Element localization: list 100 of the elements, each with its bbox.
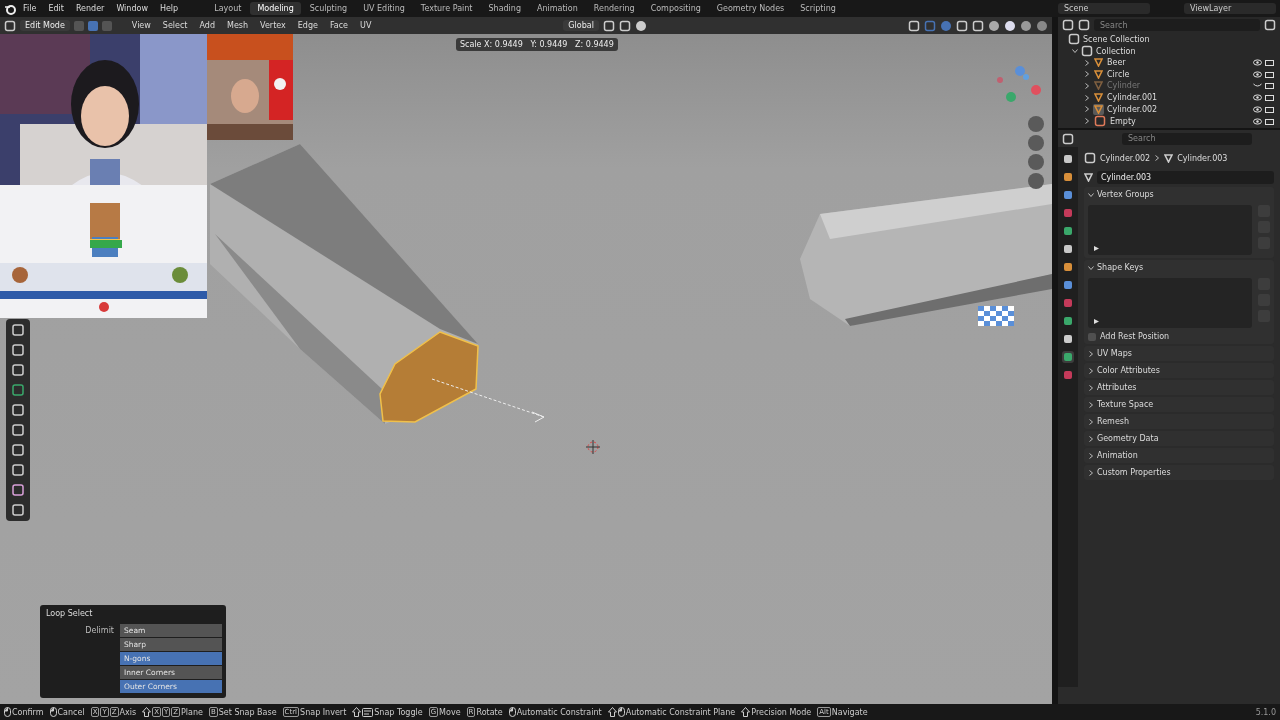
tree-item[interactable]: Cylinder.002 bbox=[1107, 104, 1158, 114]
tree-item[interactable]: Scene Collection bbox=[1083, 34, 1150, 44]
workspace-tab[interactable]: Scripting bbox=[793, 2, 843, 15]
panel-header[interactable]: Shape Keys bbox=[1088, 263, 1270, 272]
workspace-tab[interactable]: UV Editing bbox=[356, 2, 412, 15]
status-hint: Rotate bbox=[476, 707, 503, 717]
scale-readout: Scale X: 0.9449 Y: 0.9449 Z: 0.9449 bbox=[456, 38, 618, 51]
mouse-icon bbox=[508, 707, 516, 717]
chevron-down-icon[interactable] bbox=[1088, 264, 1094, 271]
status-hint: Confirm bbox=[12, 707, 44, 717]
status-hint: Set Snap Base bbox=[218, 707, 277, 717]
eye-icon[interactable] bbox=[1253, 105, 1262, 113]
menu-item[interactable]: Help bbox=[154, 3, 184, 14]
properties-tab-icon[interactable] bbox=[1062, 261, 1074, 273]
status-hint: Navigate bbox=[831, 707, 868, 717]
mode-dropdown[interactable]: Edit Mode bbox=[20, 20, 70, 31]
workspace-tab[interactable]: Modeling bbox=[250, 2, 301, 15]
tree-item[interactable]: Collection bbox=[1096, 46, 1136, 56]
workspace-tab[interactable]: Sculpting bbox=[302, 2, 355, 15]
menu-item[interactable]: Render bbox=[70, 3, 110, 14]
properties-tab-icon[interactable] bbox=[1062, 225, 1074, 237]
properties-tab-icon[interactable] bbox=[1062, 243, 1074, 255]
properties-tab-icon[interactable] bbox=[1062, 279, 1074, 291]
menu-item[interactable]: Mesh bbox=[223, 20, 253, 31]
shift-icon bbox=[142, 707, 152, 717]
chevron-right-icon[interactable] bbox=[1088, 452, 1094, 459]
workspace-tab[interactable]: Animation bbox=[530, 2, 585, 15]
mesh-data-icon bbox=[1084, 172, 1093, 182]
status-hint: Automatic Constraint Plane bbox=[625, 707, 736, 717]
menu-item[interactable]: Vertex bbox=[256, 20, 290, 31]
checker-icon bbox=[978, 306, 1014, 326]
chevron-down-icon[interactable] bbox=[1072, 48, 1078, 54]
mouse-icon bbox=[617, 707, 625, 717]
menu-item[interactable]: UV bbox=[356, 20, 376, 31]
tree-item[interactable]: Beer bbox=[1107, 58, 1126, 68]
workspace-tab[interactable]: Compositing bbox=[643, 2, 708, 15]
eye-icon[interactable] bbox=[1253, 117, 1262, 125]
eye-icon[interactable] bbox=[1253, 70, 1262, 78]
mesh-name-field[interactable]: Cylinder.003 bbox=[1097, 170, 1274, 184]
blender-logo-icon[interactable] bbox=[4, 2, 16, 15]
menu-item[interactable]: View bbox=[127, 20, 155, 31]
properties-tab-icon[interactable] bbox=[1062, 351, 1074, 363]
chevron-right-icon[interactable] bbox=[1088, 469, 1094, 476]
keyboard-icon bbox=[362, 707, 374, 717]
menu-item[interactable]: Select bbox=[158, 20, 192, 31]
orientation-dropdown[interactable]: Global bbox=[563, 20, 599, 31]
workspace-tab[interactable]: Geometry Nodes bbox=[709, 2, 792, 15]
status-hint: Plane bbox=[181, 707, 203, 717]
workspace-tab[interactable]: Texture Paint bbox=[413, 2, 480, 15]
properties-tab-icon[interactable] bbox=[1062, 153, 1074, 165]
menu-item[interactable]: File bbox=[18, 3, 42, 14]
panel-header[interactable]: Vertex Groups bbox=[1088, 190, 1270, 199]
properties-tab-icon[interactable] bbox=[1062, 171, 1074, 183]
eye-icon[interactable] bbox=[1253, 94, 1262, 102]
menu-item[interactable]: Window bbox=[111, 3, 153, 14]
breadcrumb-item[interactable]: Cylinder.002 bbox=[1100, 153, 1151, 163]
properties-tab-icon[interactable] bbox=[1062, 333, 1074, 345]
menu-item[interactable]: Edge bbox=[293, 20, 322, 31]
workspace-tab[interactable]: Rendering bbox=[586, 2, 642, 15]
chevron-right-icon[interactable] bbox=[1088, 350, 1094, 357]
status-hint: Move bbox=[439, 707, 461, 717]
menu-item[interactable]: Add bbox=[195, 20, 219, 31]
chevron-right-icon[interactable] bbox=[1088, 384, 1094, 391]
chevron-right-icon[interactable] bbox=[1154, 155, 1161, 161]
status-hint: Snap Invert bbox=[300, 707, 347, 717]
chevron-right-icon[interactable] bbox=[1088, 401, 1094, 408]
workspace-tab[interactable]: Layout bbox=[207, 2, 249, 15]
mouse-icon bbox=[4, 707, 11, 717]
eye-closed-icon[interactable] bbox=[1253, 82, 1262, 90]
chevron-down-icon[interactable] bbox=[1088, 191, 1094, 198]
chevron-right-icon[interactable] bbox=[1088, 367, 1094, 374]
view-layer-selector[interactable]: ViewLayer bbox=[1184, 3, 1276, 14]
properties-tab-icon[interactable] bbox=[1062, 315, 1074, 327]
status-hint: Axis bbox=[119, 707, 137, 717]
eye-icon[interactable] bbox=[1253, 59, 1262, 67]
search-field[interactable]: Search bbox=[1094, 19, 1260, 31]
tree-item[interactable]: Circle bbox=[1107, 69, 1130, 79]
shift-icon bbox=[352, 707, 362, 717]
status-hint: Automatic Constraint bbox=[516, 707, 602, 717]
status-hint: Snap Toggle bbox=[374, 707, 423, 717]
shift-icon bbox=[741, 707, 751, 717]
checkbox-label: Add Rest Position bbox=[1100, 332, 1170, 341]
select-mode-button[interactable] bbox=[87, 20, 98, 31]
properties-tab-icon[interactable] bbox=[1062, 189, 1074, 201]
tree-item[interactable]: Cylinder.001 bbox=[1107, 93, 1158, 103]
workspace-tab[interactable]: Shading bbox=[481, 2, 528, 15]
chevron-right-icon[interactable] bbox=[1088, 435, 1094, 442]
tree-item[interactable]: Empty bbox=[1110, 116, 1136, 126]
search-field[interactable]: Search bbox=[1122, 132, 1252, 145]
panel-title[interactable]: Loop Select bbox=[44, 608, 222, 624]
scene-selector[interactable]: Scene bbox=[1058, 3, 1150, 14]
breadcrumb-item[interactable]: Cylinder.003 bbox=[1177, 153, 1228, 163]
shift-icon bbox=[607, 707, 617, 717]
menu-item[interactable]: Face bbox=[325, 20, 353, 31]
menu-item[interactable]: Edit bbox=[43, 3, 69, 14]
chevron-right-icon[interactable] bbox=[1088, 418, 1094, 425]
checkbox[interactable] bbox=[1088, 332, 1096, 341]
mesh-data-icon bbox=[1164, 153, 1174, 163]
status-hint: Cancel bbox=[57, 707, 85, 717]
version-label: 5.1.0 bbox=[1255, 707, 1276, 717]
